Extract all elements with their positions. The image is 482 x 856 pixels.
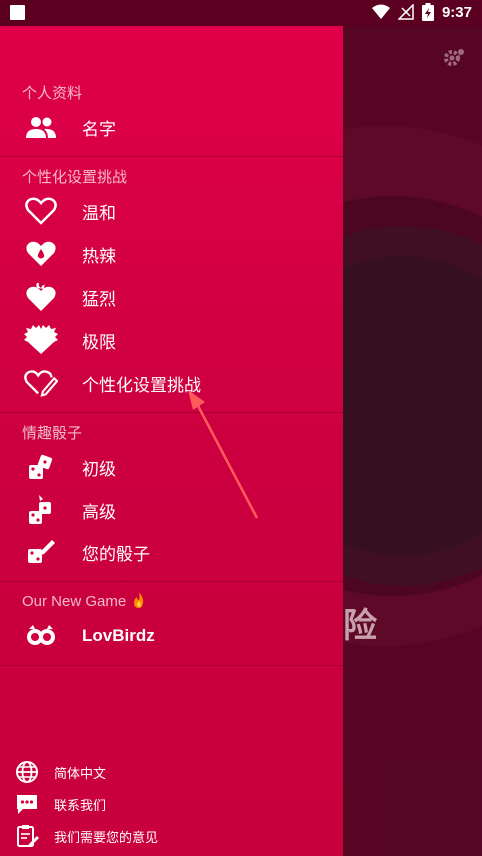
section-title-dice: 情趣骰子: [22, 424, 83, 442]
dice-icon: [24, 450, 58, 484]
heart-drop-icon: [24, 237, 58, 271]
menu-item-lovbirdz[interactable]: LovBirdz: [0, 616, 343, 656]
menu-item-dice-beginner[interactable]: 初级: [0, 447, 343, 487]
wifi-icon: [371, 4, 390, 19]
menu-item-label: 您的骰子: [82, 544, 150, 565]
section-title-new-game: Our New Game: [22, 592, 145, 610]
heart-outline-icon: [24, 194, 58, 228]
menu-item-mild[interactable]: 温和: [0, 191, 343, 231]
footer-item-language[interactable]: 简体中文: [0, 757, 343, 787]
heart-pencil-icon: [24, 366, 58, 400]
fire-icon: [134, 592, 144, 608]
menu-item-name[interactable]: 名字: [0, 107, 343, 147]
menu-item-intense[interactable]: 猛烈: [0, 277, 343, 317]
footer-item-label: 简体中文: [54, 767, 107, 782]
settings-gear-icon[interactable]: [442, 46, 466, 70]
menu-item-label: LovBirdz: [82, 626, 155, 645]
divider: [0, 581, 343, 582]
globe-icon: [16, 761, 38, 783]
lovbirdz-icon: [24, 619, 58, 653]
menu-item-your-dice[interactable]: 您的骰子: [0, 532, 343, 572]
menu-item-label: 极限: [82, 332, 116, 353]
menu-item-extreme[interactable]: 极限: [0, 320, 343, 360]
section-title-profile: 个人资料: [22, 84, 83, 102]
menu-item-dice-advanced[interactable]: 高级: [0, 490, 343, 530]
divider: [0, 412, 343, 413]
status-bar: 9:37: [0, 0, 482, 26]
menu-item-label: 个性化设置挑战: [82, 375, 201, 396]
footer-item-label: 联系我们: [54, 799, 107, 814]
footer-item-label: 我们需要您的意见: [54, 831, 159, 846]
divider: [0, 156, 343, 157]
clock: 9:37: [441, 3, 472, 21]
menu-item-label: 初级: [82, 459, 116, 480]
footer-item-feedback[interactable]: 我们需要您的意见: [0, 821, 343, 851]
menu-item-hot[interactable]: 热辣: [0, 234, 343, 274]
heart-flame-icon: [24, 280, 58, 314]
menu-item-custom-challenge[interactable]: 个性化设置挑战: [0, 363, 343, 403]
people-icon: [24, 110, 58, 144]
no-signal-icon: [397, 4, 414, 20]
menu-item-label: 热辣: [82, 246, 116, 267]
notification-icon: [10, 5, 25, 20]
heart-spiky-icon: [24, 323, 58, 357]
dice-advanced-icon: [24, 493, 58, 527]
menu-item-label: 名字: [82, 119, 116, 140]
menu-item-label: 温和: [82, 203, 116, 224]
menu-item-label: 猛烈: [82, 289, 116, 310]
section-title-challenges: 个性化设置挑战: [22, 168, 128, 186]
navigation-drawer: 个人资料 名字 个性化设置挑战 温和 热辣 猛烈 极限 个性化设置挑战 情趣骰子…: [0, 26, 343, 856]
dice-pencil-icon: [24, 535, 58, 569]
section-title-text: Our New Game: [22, 593, 127, 610]
chat-icon: [17, 795, 37, 814]
battery-charging-icon: [421, 3, 434, 21]
divider: [0, 665, 343, 666]
background-title-fragment: 险: [343, 606, 377, 646]
background-app[interactable]: 险: [343, 26, 482, 856]
feedback-icon: [17, 825, 39, 847]
footer-item-contact[interactable]: 联系我们: [0, 789, 343, 819]
menu-item-label: 高级: [82, 502, 116, 523]
